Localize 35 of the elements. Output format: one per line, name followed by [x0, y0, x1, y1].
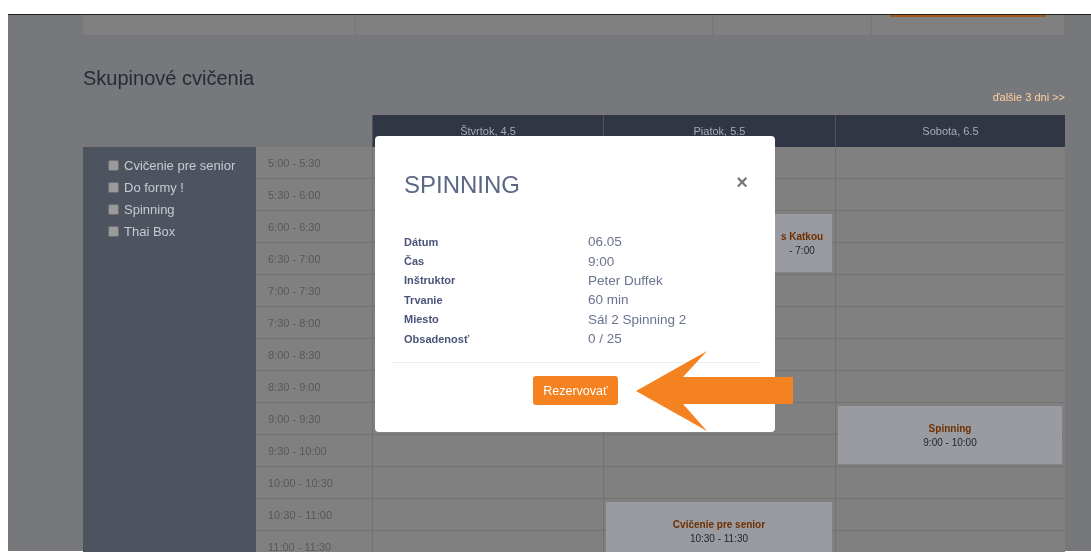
detail-label: Dátum: [404, 235, 440, 248]
filter-label: Thai Box: [124, 223, 176, 239]
event-time: 10:30 - 11:30: [689, 532, 749, 544]
filter-label: Spinning: [124, 201, 175, 217]
day-header: Sobota, 6.5: [835, 115, 1065, 147]
detail-label: Trvanie: [404, 293, 444, 306]
detail-value: 9:00: [588, 253, 616, 269]
arrow-icon: [636, 351, 793, 431]
class-event[interactable]: Spinning 9:00 - 10:00: [838, 406, 1062, 464]
next-days-link[interactable]: ďalšie 3 dni >>: [992, 90, 1065, 104]
checkbox[interactable]: [108, 203, 119, 215]
detail-value: Peter Duffek: [588, 272, 664, 288]
event-title: s Katkou: [780, 230, 824, 242]
detail-value: 06.05: [588, 234, 623, 250]
detail-value: 60 min: [588, 292, 630, 308]
detail-label: Miesto: [404, 313, 440, 326]
dialog-title: SPINNING: [404, 171, 520, 199]
filter-label: Cvičenie pre senior: [124, 157, 236, 173]
detail-label: Inštruktor: [404, 274, 457, 287]
detail-value: Sál 2 Spinning 2: [588, 311, 688, 327]
close-button[interactable]: ×: [736, 164, 760, 199]
section-title: Skupinové cvičenia: [83, 66, 256, 90]
checkbox[interactable]: [108, 225, 119, 237]
detail-value: 0 / 25: [588, 331, 623, 347]
checkbox[interactable]: [108, 181, 119, 193]
event-time: 9:00 - 10:00: [923, 436, 977, 448]
event-time: - 7:00: [789, 244, 815, 256]
checkbox[interactable]: [108, 159, 119, 171]
reserve-button[interactable]: Rezervovať: [533, 376, 618, 406]
detail-label: Obsadenosť: [404, 332, 471, 345]
event-title: Spinning: [928, 422, 972, 434]
filter-label: Do formy !: [124, 179, 184, 195]
detail-label: Čas: [404, 255, 426, 268]
event-title: Cvičenie pre senior: [672, 518, 766, 530]
class-event[interactable]: Cvičenie pre senior 10:30 - 11:30: [606, 502, 832, 552]
